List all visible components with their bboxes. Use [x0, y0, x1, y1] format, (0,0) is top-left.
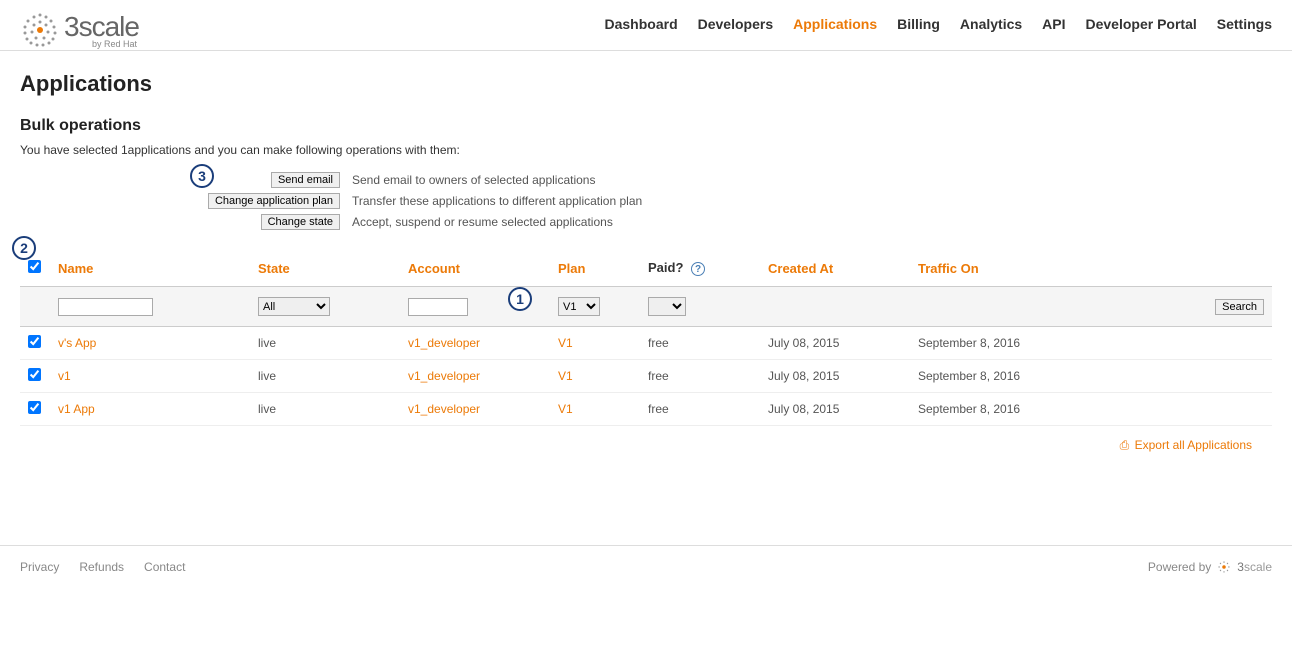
select-all-checkbox[interactable] [28, 260, 41, 273]
row-checkbox[interactable] [28, 335, 41, 348]
account-link[interactable]: v1_developer [408, 402, 480, 416]
row-traffic: September 8, 2016 [910, 360, 1272, 393]
row-checkbox[interactable] [28, 401, 41, 414]
footer-logo-icon [1217, 560, 1231, 574]
row-state: live [250, 327, 400, 360]
row-state: live [250, 360, 400, 393]
logo-icon [20, 10, 60, 50]
help-icon[interactable]: ? [691, 262, 705, 276]
row-created: July 08, 2015 [760, 327, 910, 360]
page-title: Applications [20, 71, 1272, 97]
export-icon: ⎙ [1120, 438, 1130, 452]
export-link[interactable]: ⎙ Export all Applications [1120, 438, 1252, 452]
filter-paid-select[interactable] [648, 297, 686, 316]
annotation-2: 2 [12, 236, 36, 260]
row-created: July 08, 2015 [760, 393, 910, 426]
nav-portal[interactable]: Developer Portal [1086, 16, 1197, 32]
change-state-button[interactable]: Change state [261, 214, 340, 230]
send-email-button[interactable]: Send email [271, 172, 340, 188]
nav-billing[interactable]: Billing [897, 16, 940, 32]
export-section: ⎙ Export all Applications [20, 426, 1272, 465]
col-plan[interactable]: Plan [550, 250, 640, 287]
powered-label: Powered by [1148, 560, 1211, 574]
main-nav: Dashboard Developers Applications Billin… [605, 16, 1273, 44]
change-plan-desc: Transfer these applications to different… [352, 194, 642, 208]
col-name[interactable]: Name [50, 250, 250, 287]
col-paid: Paid? ? [640, 250, 760, 287]
change-plan-button[interactable]: Change application plan [208, 193, 340, 209]
filter-row: All 1 V1 Search [20, 287, 1272, 327]
change-state-desc: Accept, suspend or resume selected appli… [352, 215, 613, 229]
bulk-operations: 3 Send email Send email to owners of sel… [200, 172, 1272, 230]
plan-link[interactable]: V1 [558, 336, 573, 350]
footer-refunds[interactable]: Refunds [79, 560, 124, 574]
col-created[interactable]: Created At [760, 250, 910, 287]
nav-analytics[interactable]: Analytics [960, 16, 1022, 32]
row-checkbox[interactable] [28, 368, 41, 381]
filter-name-input[interactable] [58, 298, 153, 316]
col-account[interactable]: Account [400, 250, 550, 287]
annotation-1: 1 [508, 287, 532, 311]
applications-table: Name State Account Plan Paid? ? Created … [20, 250, 1272, 426]
table-row: v1 App live v1_developer V1 free July 08… [20, 393, 1272, 426]
row-paid: free [640, 393, 760, 426]
content: Applications Bulk operations You have se… [0, 51, 1292, 485]
row-traffic: September 8, 2016 [910, 393, 1272, 426]
powered-by: Powered by 33scalescale [1148, 560, 1272, 574]
powered-brand: 33scalescale [1237, 560, 1272, 574]
footer-contact[interactable]: Contact [144, 560, 185, 574]
app-name-link[interactable]: v1 [58, 369, 71, 383]
account-link[interactable]: v1_developer [408, 369, 480, 383]
row-created: July 08, 2015 [760, 360, 910, 393]
app-name-link[interactable]: v1 App [58, 402, 95, 416]
annotation-3: 3 [190, 164, 214, 188]
nav-settings[interactable]: Settings [1217, 16, 1272, 32]
nav-applications[interactable]: Applications [793, 16, 877, 32]
nav-api[interactable]: API [1042, 16, 1065, 32]
logo-byline: by Red Hat [92, 39, 139, 49]
row-traffic: September 8, 2016 [910, 327, 1272, 360]
plan-link[interactable]: V1 [558, 402, 573, 416]
plan-link[interactable]: V1 [558, 369, 573, 383]
nav-developers[interactable]: Developers [698, 16, 773, 32]
row-paid: free [640, 327, 760, 360]
nav-dashboard[interactable]: Dashboard [605, 16, 678, 32]
footer-privacy[interactable]: Privacy [20, 560, 59, 574]
account-link[interactable]: v1_developer [408, 336, 480, 350]
filter-plan-select[interactable]: V1 [558, 297, 600, 316]
search-button[interactable]: Search [1215, 299, 1264, 315]
table-row: v's App live v1_developer V1 free July 0… [20, 327, 1272, 360]
row-paid: free [640, 360, 760, 393]
filter-account-input[interactable] [408, 298, 468, 316]
filter-state-select[interactable]: All [258, 297, 330, 316]
footer: Privacy Refunds Contact Powered by 33sca… [0, 545, 1292, 588]
app-name-link[interactable]: v's App [58, 336, 96, 350]
col-traffic[interactable]: Traffic On [910, 250, 1272, 287]
bulk-desc: You have selected 1applications and you … [20, 143, 1272, 157]
row-state: live [250, 393, 400, 426]
bulk-heading: Bulk operations [20, 117, 1272, 135]
header: 33scalescale by Red Hat Dashboard Develo… [0, 0, 1292, 51]
col-state[interactable]: State [250, 250, 400, 287]
send-email-desc: Send email to owners of selected applica… [352, 173, 595, 187]
logo[interactable]: 33scalescale by Red Hat [20, 10, 139, 50]
table-row: v1 live v1_developer V1 free July 08, 20… [20, 360, 1272, 393]
